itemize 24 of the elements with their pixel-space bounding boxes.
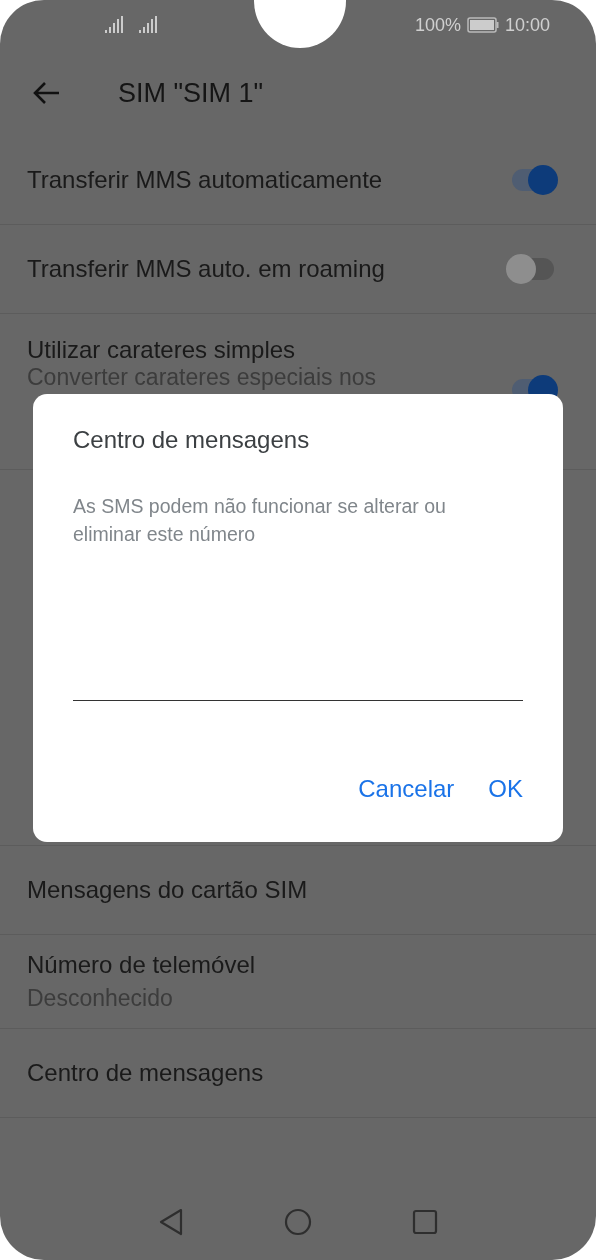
dialog-button[interactable]: Cancelar	[352, 769, 461, 809]
signal-icon	[104, 16, 124, 34]
dialog-message: As SMS podem não funcionar se alterar ou eliminar este número	[73, 494, 447, 547]
dialog-title: Centro de mensagens	[73, 426, 311, 454]
battery-icon	[466, 17, 499, 33]
screen-title: SIM "SIM 1"	[118, 77, 264, 109]
signal-icon	[138, 16, 158, 34]
settings-row[interactable]: Centro de mensagens	[0, 1029, 596, 1118]
clock: 10:00	[504, 14, 550, 36]
home-icon[interactable]	[284, 1208, 312, 1236]
settings-row[interactable]: Mensagens do cartão SIM	[0, 846, 596, 935]
setting-title: Número de telemóvel	[27, 951, 256, 979]
dialog-button[interactable]: OK	[482, 769, 529, 809]
battery-percent: 100%	[414, 14, 461, 36]
setting-title: Transferir MMS auto. em roaming	[27, 255, 385, 283]
back-icon[interactable]	[158, 1208, 184, 1236]
setting-title: Utilizar carateres simples	[27, 336, 297, 364]
settings-row[interactable]: Transferir MMS automaticamente	[0, 136, 596, 225]
setting-title: Transferir MMS automaticamente	[27, 166, 383, 194]
setting-title: Centro de mensagens	[27, 1059, 264, 1087]
settings-row[interactable]: Transferir MMS auto. em roaming	[0, 225, 596, 314]
setting-title: Mensagens do cartão SIM	[27, 876, 308, 904]
back-arrow-icon[interactable]	[32, 81, 60, 105]
recents-icon[interactable]	[412, 1209, 438, 1235]
